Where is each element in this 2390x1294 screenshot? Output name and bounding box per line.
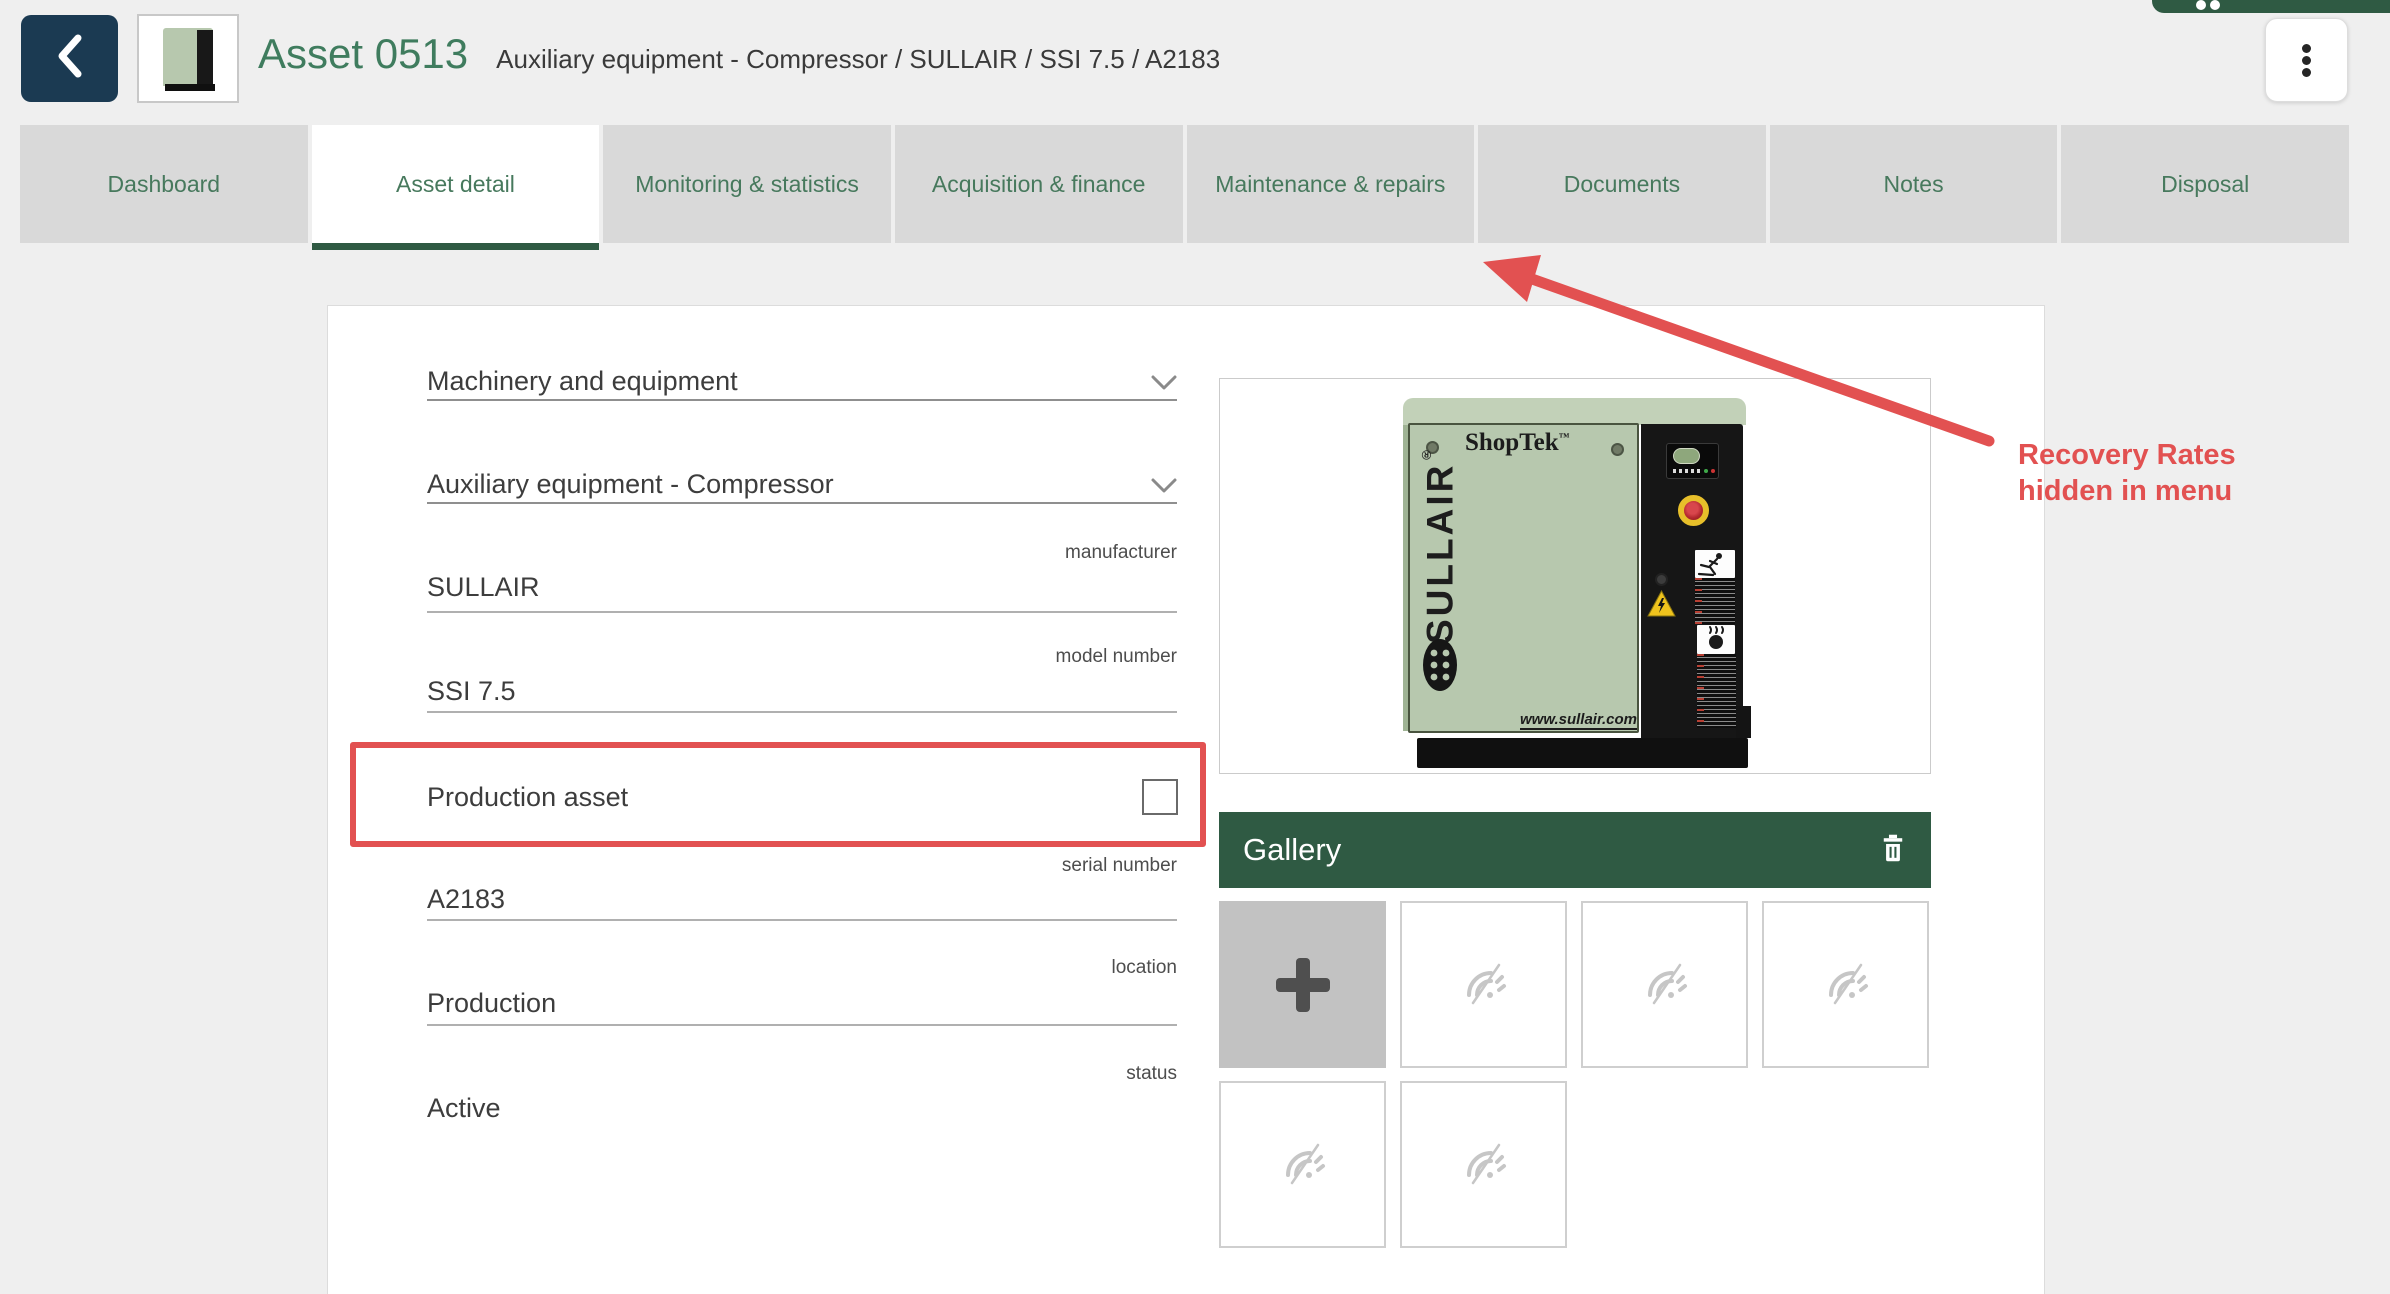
image-unavailable-icon <box>1279 1138 1327 1191</box>
highlight-box-annotation <box>350 742 1206 847</box>
sullair-brand-text: SULLAIR® <box>1419 474 1461 644</box>
chevron-down-icon[interactable] <box>1150 477 1178 495</box>
tab-monitoring-statistics[interactable]: Monitoring & statistics <box>603 125 891 243</box>
tab-dashboard[interactable]: Dashboard <box>20 125 308 243</box>
model-number-label: model number <box>427 646 1177 668</box>
category-underline <box>427 399 1177 401</box>
tab-disposal[interactable]: Disposal <box>2061 125 2349 243</box>
shoptek-logo-text: ShopTek™ <box>1465 429 1585 457</box>
manufacturer-field[interactable]: SULLAIR <box>427 572 540 603</box>
asset-thumbnail <box>137 14 239 103</box>
status-field[interactable]: Active <box>427 1093 501 1124</box>
partial-glyph <box>2196 0 2206 10</box>
gallery-tile-empty[interactable] <box>1400 901 1567 1068</box>
vapor-hazard-sticker <box>1697 625 1735 654</box>
product-image: ShopTek™ SULLAIR® www.sullair.com <box>1219 378 1931 774</box>
top-right-partial-button[interactable] <box>2152 0 2390 13</box>
image-unavailable-icon <box>1460 1138 1508 1191</box>
manufacturer-underline <box>427 611 1177 613</box>
trash-icon[interactable] <box>1879 833 1907 868</box>
kebab-menu-icon <box>2302 44 2311 77</box>
serial-number-underline <box>427 919 1177 921</box>
tab-documents[interactable]: Documents <box>1478 125 1766 243</box>
status-label: status <box>427 1063 1177 1085</box>
image-unavailable-icon <box>1460 958 1508 1011</box>
tab-asset-detail[interactable]: Asset detail <box>312 125 600 250</box>
annotation-text: Recovery Rates hidden in menu <box>2018 437 2236 509</box>
gallery-title: Gallery <box>1243 832 1341 868</box>
sullair-website-text: www.sullair.com <box>1520 711 1637 730</box>
location-field[interactable]: Production <box>427 988 556 1019</box>
page-header: Asset 0513 Auxiliary equipment - Compres… <box>258 30 1220 78</box>
slip-hazard-sticker <box>1695 550 1735 578</box>
serial-number-field[interactable]: A2183 <box>427 884 505 915</box>
gallery-tile-empty[interactable] <box>1581 901 1748 1068</box>
subcategory-underline <box>427 502 1177 504</box>
tab-acquisition-finance[interactable]: Acquisition & finance <box>895 125 1183 243</box>
warning-text-panel <box>1697 654 1736 728</box>
gallery-tile-empty[interactable] <box>1400 1081 1567 1248</box>
chevron-left-icon <box>50 30 90 87</box>
electrical-warning-icon <box>1647 590 1676 617</box>
partial-glyph <box>2210 0 2220 10</box>
gallery-grid <box>1219 901 1949 1248</box>
subcategory-dropdown[interactable]: Auxiliary equipment - Compressor <box>427 469 834 500</box>
gallery-header: Gallery <box>1219 812 1931 888</box>
manufacturer-label: manufacturer <box>427 542 1177 564</box>
model-number-field[interactable]: SSI 7.5 <box>427 676 516 707</box>
page-subtitle: Auxiliary equipment - Compressor / SULLA… <box>496 44 1220 75</box>
back-button[interactable] <box>21 15 118 102</box>
model-number-underline <box>427 711 1177 713</box>
page-title: Asset 0513 <box>258 30 468 78</box>
tab-notes[interactable]: Notes <box>1770 125 2058 243</box>
control-panel <box>1666 443 1719 479</box>
plus-icon <box>1276 958 1330 1012</box>
warning-text-panel <box>1695 578 1735 624</box>
asset-thumbnail-image <box>151 22 225 96</box>
tab-maintenance-repairs[interactable]: Maintenance & repairs <box>1187 125 1475 243</box>
chevron-down-icon[interactable] <box>1150 374 1178 392</box>
add-image-tile[interactable] <box>1219 901 1386 1068</box>
category-dropdown[interactable]: Machinery and equipment <box>427 366 738 397</box>
gallery-tile-empty[interactable] <box>1762 901 1929 1068</box>
image-unavailable-icon <box>1641 958 1689 1011</box>
gallery-tile-empty[interactable] <box>1219 1081 1386 1248</box>
sullair-globe-logo <box>1421 637 1459 693</box>
location-underline <box>427 1024 1177 1026</box>
image-unavailable-icon <box>1822 958 1870 1011</box>
emergency-stop-button <box>1678 495 1709 526</box>
serial-number-label: serial number <box>427 855 1177 877</box>
tab-bar: Dashboard Asset detail Monitoring & stat… <box>20 125 2349 250</box>
location-label: location <box>427 957 1177 979</box>
more-options-button[interactable] <box>2265 18 2348 102</box>
